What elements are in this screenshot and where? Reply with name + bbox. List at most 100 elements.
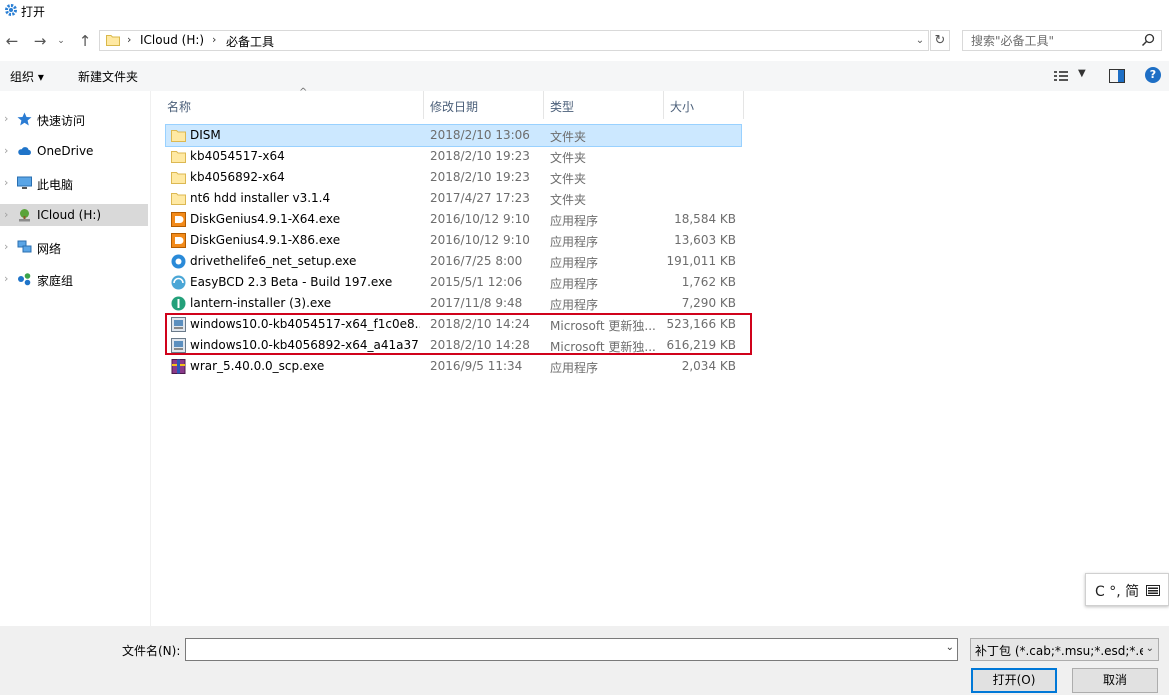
help-icon[interactable]: ? [1145, 67, 1161, 83]
arrow-up-icon: ↑ [78, 32, 92, 50]
nav-item-quick-access[interactable]: › 快速访问 [0, 108, 148, 130]
filter-text: 补丁包 (*.cab;*.msu;*.esd;*.exe) [975, 644, 1143, 658]
keyboard-icon [1146, 585, 1160, 596]
chevron-right-icon[interactable]: › [4, 240, 8, 253]
folder-icon [171, 130, 186, 142]
file-name: EasyBCD 2.3 Beta - Build 197.exe [190, 275, 393, 289]
file-row[interactable]: DISM 2018/2/10 13:06 文件夹 [165, 124, 742, 147]
nav-label: 快速访问 [37, 114, 86, 128]
title-bar: 打开 [0, 0, 1169, 22]
file-row[interactable]: kb4056892-x64 2018/2/10 19:23 文件夹 [166, 167, 741, 188]
nav-item-this-pc[interactable]: › 此电脑 [0, 172, 148, 194]
search-input[interactable] [963, 31, 1141, 50]
forward-button[interactable]: → [30, 31, 50, 51]
chevron-down-icon[interactable]: ⌄ [946, 642, 954, 653]
chevron-right-icon[interactable]: › [4, 144, 8, 157]
winrar-icon [171, 359, 186, 374]
ime-indicator[interactable]: C °, 简 [1085, 573, 1169, 606]
file-row[interactable]: nt6 hdd installer v3.1.4 2017/4/27 17:23 文… [166, 188, 741, 209]
column-header-date[interactable]: 修改日期 [424, 91, 544, 119]
folder-icon [171, 151, 186, 163]
file-row[interactable]: wrar_5.40.0.0_scp.exe 2016/9/5 11:34 应用程序 2… [166, 356, 741, 377]
filename-input[interactable] [186, 639, 944, 660]
file-date: 2016/9/5 11:34 [430, 359, 523, 373]
folder-icon [171, 172, 186, 184]
file-size: 2,034 KB [681, 359, 736, 373]
back-button[interactable]: ← [2, 31, 22, 51]
chevron-right-icon[interactable]: › [4, 112, 8, 125]
preview-pane-icon[interactable] [1109, 69, 1125, 83]
refresh-button[interactable]: ↻ [930, 30, 950, 51]
file-size: 18,584 KB [674, 212, 736, 226]
open-button[interactable]: 打开(O) [971, 668, 1057, 693]
column-header-size[interactable]: 大小 [664, 91, 744, 119]
nav-item-network[interactable]: › 网络 [0, 236, 148, 258]
nav-label: ICloud (H:) [37, 208, 102, 222]
folder-icon [171, 193, 186, 205]
file-date: 2018/2/10 19:23 [430, 149, 530, 163]
up-button[interactable]: ↑ [75, 31, 95, 51]
diskgenius-icon [171, 212, 186, 227]
chevron-down-icon[interactable]: ⌄ [1146, 643, 1154, 654]
file-date: 2015/5/1 12:06 [430, 275, 523, 289]
file-type: 应用程序 [550, 256, 599, 270]
lantern-icon [171, 296, 186, 311]
file-name: nt6 hdd installer v3.1.4 [190, 191, 331, 205]
bottom-panel: 文件名(N): ⌄ 补丁包 (*.cab;*.msu;*.esd;*.exe) … [0, 626, 1169, 695]
file-row[interactable]: DiskGenius4.9.1-X64.exe 2016/10/12 9:10 应用… [166, 209, 741, 230]
nav-label: 家庭组 [37, 274, 74, 288]
file-size: 13,603 KB [674, 233, 736, 247]
search-icon[interactable] [1141, 33, 1155, 47]
gear-icon [5, 4, 17, 16]
nav-item-icloud-drive[interactable]: › ICloud (H:) [0, 204, 148, 226]
file-row[interactable]: EasyBCD 2.3 Beta - Build 197.exe 2015/5/1… [166, 272, 741, 293]
chevron-right-icon[interactable]: › [4, 176, 8, 189]
file-date: 2017/11/8 9:48 [430, 296, 523, 310]
file-date: 2016/10/12 9:10 [430, 212, 530, 226]
file-date: 2018/2/10 19:23 [430, 170, 530, 184]
breadcrumb-folder[interactable]: 必备工具 [226, 33, 274, 50]
folder-icon [106, 35, 120, 46]
file-row[interactable]: kb4054517-x64 2018/2/10 19:23 文件夹 [166, 146, 741, 167]
drive-icon [19, 209, 30, 222]
column-header-type[interactable]: 类型 [544, 91, 664, 119]
recent-locations-button[interactable]: ⌄ [55, 31, 67, 51]
chevron-right-icon: › [212, 33, 217, 46]
file-type: 文件夹 [550, 172, 587, 186]
star-icon [17, 112, 32, 126]
view-dropdown-icon[interactable]: ▼ [1078, 68, 1086, 79]
new-folder-button[interactable]: 新建文件夹 [78, 68, 138, 85]
nav-label: OneDrive [37, 144, 94, 158]
chevron-right-icon: › [127, 33, 132, 46]
file-row[interactable]: drivethelife6_net_setup.exe 2016/7/25 8:0… [166, 251, 741, 272]
file-row[interactable]: DiskGenius4.9.1-X86.exe 2016/10/12 9:10 应用… [166, 230, 741, 251]
chevron-right-icon[interactable]: › [4, 208, 8, 221]
arrow-right-icon: → [33, 32, 47, 50]
cancel-button[interactable]: 取消 [1072, 668, 1158, 693]
nav-item-homegroup[interactable]: › 家庭组 [0, 268, 148, 290]
chevron-right-icon[interactable]: › [4, 272, 8, 285]
filename-label: 文件名(N): [122, 644, 181, 658]
nav-item-onedrive[interactable]: › OneDrive [0, 140, 148, 162]
file-name: kb4056892-x64 [190, 170, 285, 184]
chevron-down-icon: ⌄ [57, 36, 65, 46]
view-options-icon[interactable] [1053, 69, 1069, 83]
file-name: DiskGenius4.9.1-X64.exe [190, 212, 341, 226]
file-date: 2018/2/10 13:06 [430, 128, 530, 142]
file-type: 文件夹 [550, 193, 587, 207]
search-box[interactable] [962, 30, 1162, 51]
file-date: 2016/10/12 9:10 [430, 233, 530, 247]
file-row[interactable]: lantern-installer (3).exe 2017/11/8 9:48 应… [166, 293, 741, 314]
computer-icon [17, 176, 32, 189]
file-type-filter[interactable]: 补丁包 (*.cab;*.msu;*.esd;*.exe) ⌄ [970, 638, 1159, 661]
filename-combobox[interactable]: ⌄ [185, 638, 958, 661]
file-type: 应用程序 [550, 214, 599, 228]
organize-menu[interactable]: 组织 ▾ [10, 68, 44, 85]
file-name: kb4054517-x64 [190, 149, 285, 163]
address-bar[interactable]: › ICloud (H:) › 必备工具 ⌄ [99, 30, 929, 51]
file-type: 文件夹 [550, 130, 587, 144]
chevron-down-icon[interactable]: ⌄ [912, 31, 928, 50]
file-type: 应用程序 [550, 298, 599, 312]
column-header-name[interactable]: 名称 [161, 91, 424, 119]
breadcrumb-drive[interactable]: ICloud (H:) [140, 33, 204, 47]
